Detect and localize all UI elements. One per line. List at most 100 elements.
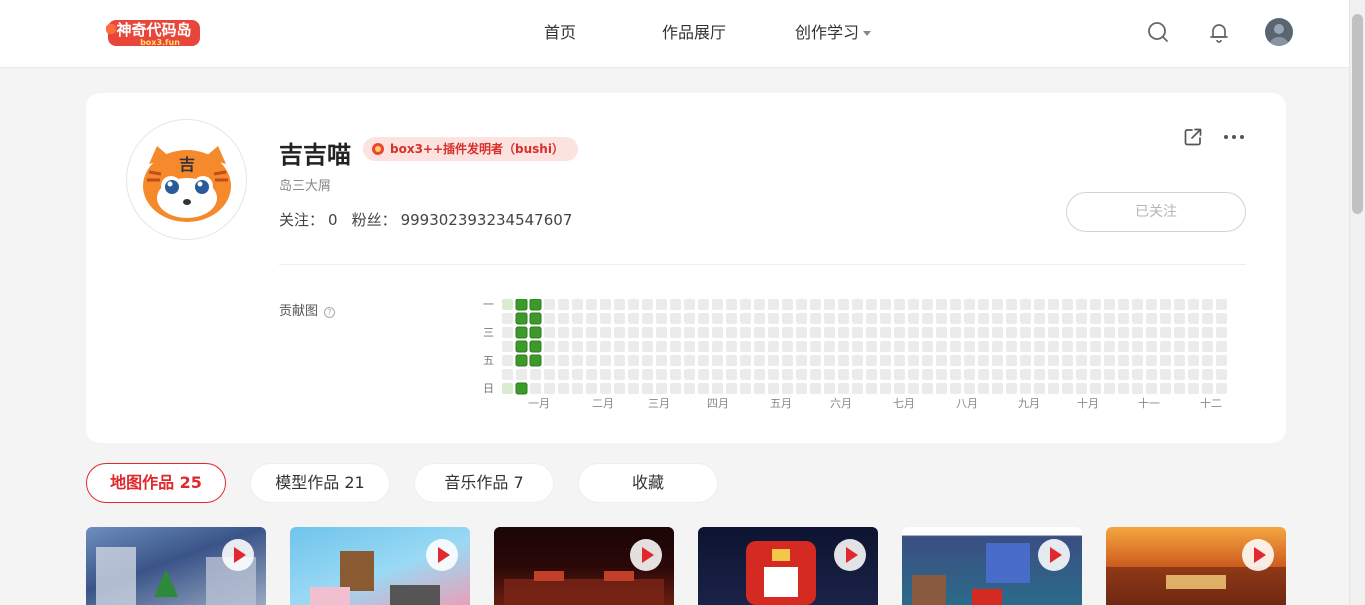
contribution-cell[interactable]	[1174, 341, 1185, 352]
contribution-cell[interactable]	[880, 341, 891, 352]
contribution-cell[interactable]	[712, 341, 723, 352]
contribution-cell[interactable]	[614, 327, 625, 338]
contribution-cell[interactable]	[1160, 383, 1171, 394]
contribution-cell[interactable]	[530, 369, 541, 380]
contribution-cell[interactable]	[614, 369, 625, 380]
contribution-cell[interactable]	[712, 327, 723, 338]
contribution-cell[interactable]	[1216, 299, 1227, 310]
user-avatar[interactable]	[1265, 18, 1293, 46]
contribution-cell[interactable]	[740, 299, 751, 310]
contribution-cell[interactable]	[600, 341, 611, 352]
contribution-cell[interactable]	[1146, 355, 1157, 366]
contribution-cell[interactable]	[656, 369, 667, 380]
contribution-cell[interactable]	[852, 299, 863, 310]
contribution-cell[interactable]	[1090, 299, 1101, 310]
contribution-cell[interactable]	[950, 355, 961, 366]
contribution-cell[interactable]	[810, 369, 821, 380]
contribution-cell[interactable]	[922, 327, 933, 338]
contribution-cell[interactable]	[908, 383, 919, 394]
contribution-cell[interactable]	[880, 313, 891, 324]
contribution-cell[interactable]	[978, 313, 989, 324]
contribution-cell[interactable]	[740, 355, 751, 366]
nav-home[interactable]: 首页	[544, 19, 576, 43]
contribution-cell[interactable]	[670, 369, 681, 380]
contribution-cell[interactable]	[824, 299, 835, 310]
contribution-cell[interactable]	[600, 299, 611, 310]
contribution-cell[interactable]	[1118, 327, 1129, 338]
contribution-cell[interactable]	[992, 299, 1003, 310]
contribution-cell[interactable]	[628, 327, 639, 338]
contribution-cell[interactable]	[866, 383, 877, 394]
contribution-cell[interactable]	[838, 355, 849, 366]
contribution-cell[interactable]	[712, 383, 723, 394]
contribution-cell[interactable]	[866, 369, 877, 380]
contribution-cell[interactable]	[1048, 341, 1059, 352]
contribution-cell[interactable]	[754, 355, 765, 366]
contribution-cell[interactable]	[1062, 341, 1073, 352]
contribution-cell[interactable]	[782, 383, 793, 394]
contribution-cell[interactable]	[586, 341, 597, 352]
contribution-cell[interactable]	[1090, 369, 1101, 380]
share-icon[interactable]	[1183, 127, 1203, 147]
contribution-cell[interactable]	[1020, 299, 1031, 310]
contribution-cell[interactable]	[628, 341, 639, 352]
contribution-cell[interactable]	[782, 341, 793, 352]
help-icon[interactable]: ?	[324, 307, 336, 318]
contribution-cell[interactable]	[670, 383, 681, 394]
contribution-cell[interactable]	[1118, 369, 1129, 380]
contribution-cell[interactable]	[726, 355, 737, 366]
contribution-cell[interactable]	[824, 355, 835, 366]
contribution-cell[interactable]	[1090, 327, 1101, 338]
contribution-cell[interactable]	[1062, 313, 1073, 324]
contribution-cell[interactable]	[754, 369, 765, 380]
contribution-cell[interactable]	[852, 369, 863, 380]
contribution-cell[interactable]	[992, 369, 1003, 380]
contribution-cell[interactable]	[810, 327, 821, 338]
contribution-cell[interactable]	[950, 327, 961, 338]
contribution-cell[interactable]	[572, 341, 583, 352]
contribution-cell[interactable]	[782, 327, 793, 338]
contribution-cell[interactable]	[964, 369, 975, 380]
work-thumbnail[interactable]	[902, 527, 1082, 605]
contribution-cell[interactable]	[684, 355, 695, 366]
contribution-cell[interactable]	[698, 327, 709, 338]
contribution-cell[interactable]	[908, 355, 919, 366]
contribution-cell[interactable]	[1160, 369, 1171, 380]
contribution-cell[interactable]	[600, 327, 611, 338]
contribution-cell[interactable]	[1132, 369, 1143, 380]
play-icon[interactable]	[630, 539, 662, 571]
contribution-cell[interactable]	[1076, 327, 1087, 338]
contribution-cell[interactable]	[684, 383, 695, 394]
contribution-cell[interactable]	[529, 354, 542, 367]
contribution-cell[interactable]	[964, 341, 975, 352]
contribution-cell[interactable]	[529, 299, 542, 311]
contribution-cell[interactable]	[1188, 383, 1199, 394]
contribution-cell[interactable]	[684, 341, 695, 352]
contribution-cell[interactable]	[1006, 383, 1017, 394]
contribution-cell[interactable]	[1034, 327, 1045, 338]
contribution-cell[interactable]	[502, 327, 513, 338]
contribution-cell[interactable]	[880, 383, 891, 394]
contribution-cell[interactable]	[1062, 383, 1073, 394]
contribution-cell[interactable]	[1160, 341, 1171, 352]
tab-music-works[interactable]: 音乐作品 7	[414, 463, 554, 503]
contribution-cell[interactable]	[698, 299, 709, 310]
contribution-cell[interactable]	[600, 369, 611, 380]
contribution-cell[interactable]	[838, 313, 849, 324]
contribution-cell[interactable]	[936, 355, 947, 366]
contribution-cell[interactable]	[1006, 327, 1017, 338]
play-icon[interactable]	[834, 539, 866, 571]
contribution-cell[interactable]	[964, 383, 975, 394]
contribution-cell[interactable]	[950, 299, 961, 310]
contribution-cell[interactable]	[1076, 341, 1087, 352]
contribution-cell[interactable]	[796, 341, 807, 352]
contribution-cell[interactable]	[1020, 369, 1031, 380]
contribution-cell[interactable]	[502, 299, 513, 310]
contribution-cell[interactable]	[866, 327, 877, 338]
contribution-cell[interactable]	[1118, 383, 1129, 394]
contribution-cell[interactable]	[1104, 327, 1115, 338]
contribution-cell[interactable]	[529, 312, 542, 325]
contribution-cell[interactable]	[684, 299, 695, 310]
contribution-cell[interactable]	[950, 341, 961, 352]
contribution-cell[interactable]	[992, 383, 1003, 394]
